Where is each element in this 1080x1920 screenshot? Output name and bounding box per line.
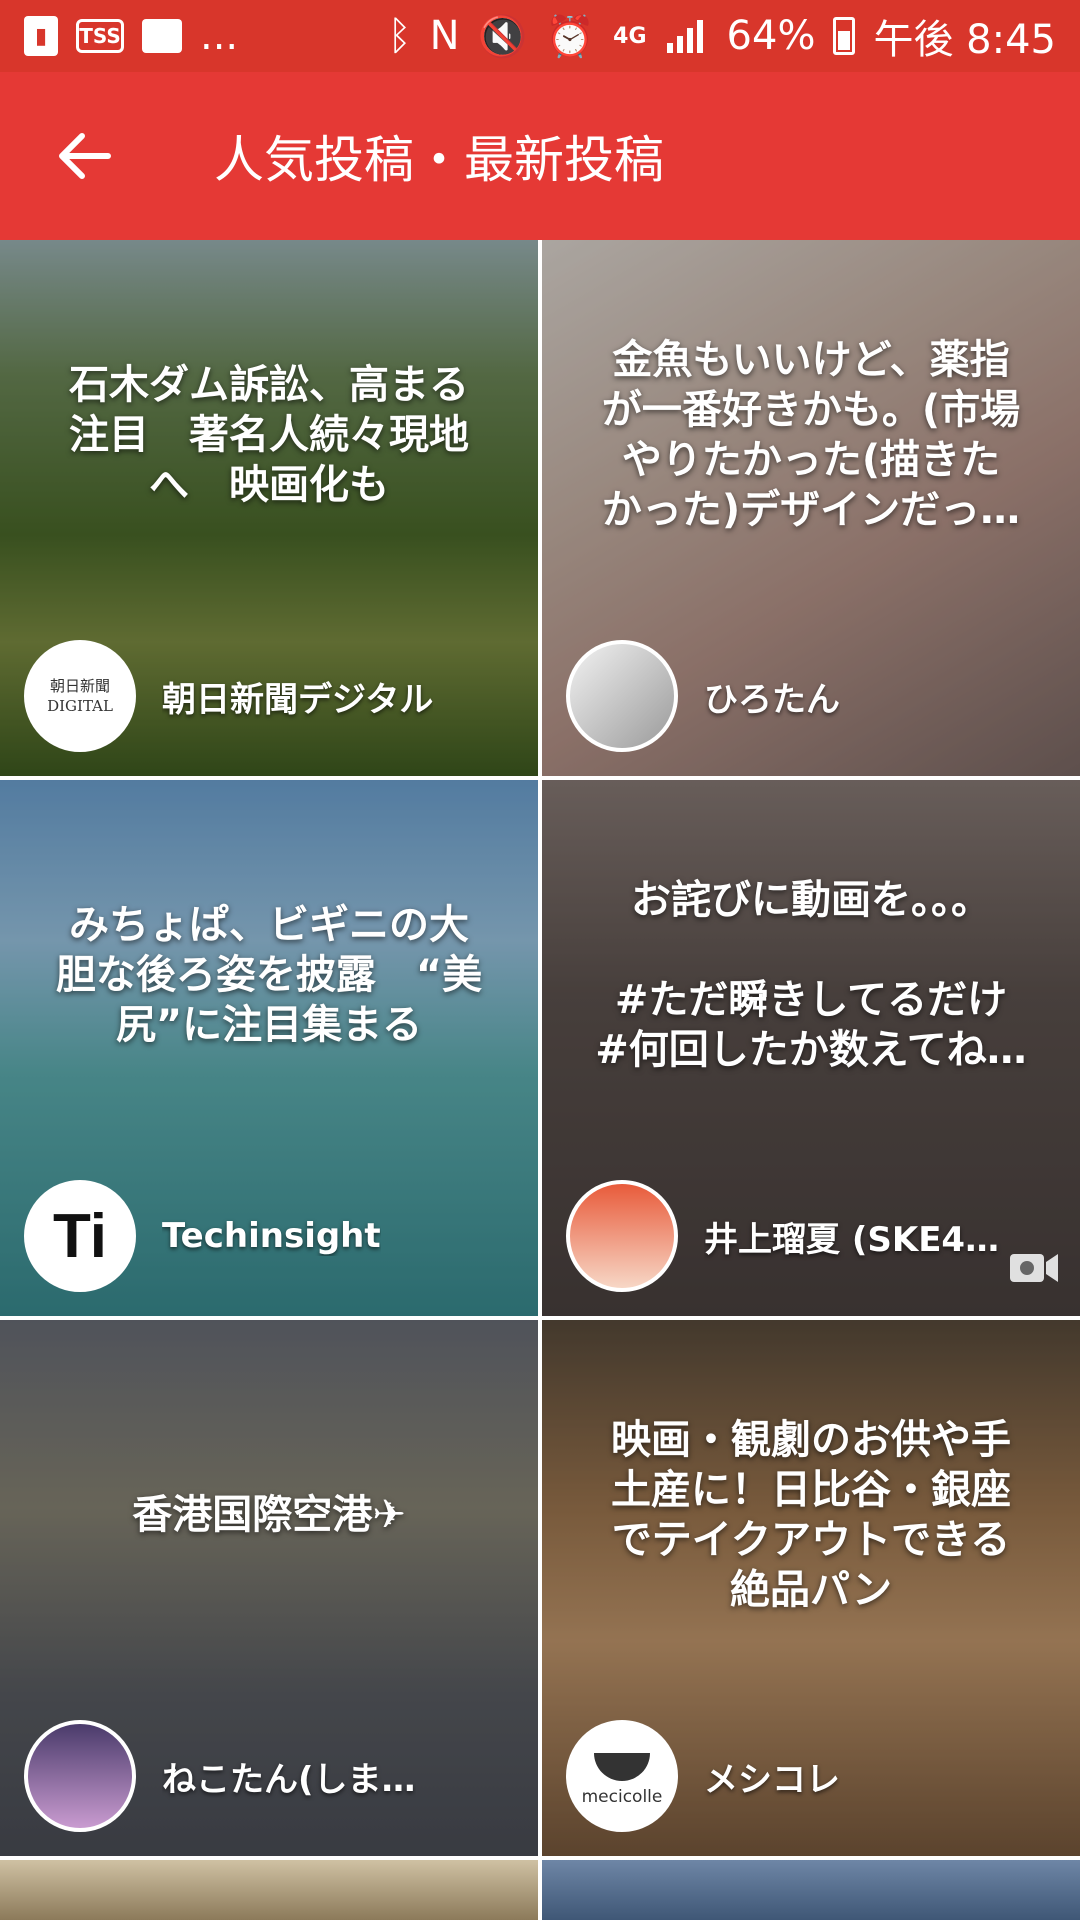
avatar: 朝日新聞 DIGITAL bbox=[24, 640, 136, 752]
nfc-icon: N bbox=[429, 13, 460, 59]
battery-percent: 64% bbox=[726, 13, 816, 59]
author-name: ねこたん(しま… bbox=[162, 1759, 416, 1800]
post-text: 金魚もいいけど、薬指 が一番好きかも。(市場 やりたかった(描きた かった)デザ… bbox=[601, 337, 1021, 533]
post-card[interactable]: 金魚もいいけど、薬指 が一番好きかも。(市場 やりたかった(描きた かった)デザ… bbox=[542, 240, 1080, 776]
post-text: みちょぱ、ビギニの大 胆な後ろ姿を披露 “美 尻”に注目集まる bbox=[55, 902, 483, 1048]
post-author[interactable]: 朝日新聞 DIGITAL 朝日新聞デジタル bbox=[24, 640, 433, 752]
post-card[interactable] bbox=[0, 1860, 538, 1920]
post-card[interactable]: 映画・観劇のお供や手 土産に！日比谷・銀座 でテイクアウトできる 絶品パン me… bbox=[542, 1320, 1080, 1856]
post-card[interactable]: 香港国際空港✈ ねこたん(しま… bbox=[0, 1320, 538, 1856]
tag-notification-icon: TSS bbox=[76, 19, 124, 53]
page-title: 人気投稿・最新投稿 bbox=[214, 131, 664, 189]
post-grid: 石木ダム訴訟、高まる 注目 著名人続々現地 へ 映画化も 朝日新聞 DIGITA… bbox=[0, 240, 1080, 1920]
post-card[interactable]: 石木ダム訴訟、高まる 注目 著名人続々現地 へ 映画化も 朝日新聞 DIGITA… bbox=[0, 240, 538, 776]
avatar-label: mecicolle bbox=[581, 1787, 663, 1807]
mute-icon: 🔇 bbox=[477, 13, 528, 60]
signal-icon bbox=[666, 20, 703, 53]
avatar: mecicolle bbox=[566, 1720, 678, 1832]
avatar: Ti bbox=[24, 1180, 136, 1292]
post-text: 石木ダム訴訟、高まる 注目 著名人続々現地 へ 映画化も bbox=[69, 362, 469, 508]
alarm-icon: ⏰ bbox=[545, 13, 596, 60]
video-icon bbox=[1010, 1254, 1058, 1282]
avatar-label: Ti bbox=[53, 1201, 107, 1271]
author-name: Techinsight bbox=[162, 1216, 381, 1256]
avatar-label: 朝日新聞 DIGITAL bbox=[47, 677, 113, 715]
network-type: 4G bbox=[613, 23, 647, 49]
author-name: メシコレ bbox=[704, 1759, 840, 1800]
contacts-notification-icon: ▮ bbox=[24, 16, 58, 56]
bag-notification-icon bbox=[142, 19, 182, 53]
post-author[interactable]: 井上瑠夏 (SKE48) bbox=[566, 1180, 1004, 1292]
back-button[interactable] bbox=[24, 96, 144, 216]
clock: 午後 8:45 bbox=[873, 17, 1056, 63]
bluetooth-icon: ᛒ bbox=[387, 13, 412, 59]
post-card[interactable] bbox=[542, 1860, 1080, 1920]
post-image bbox=[0, 1860, 538, 1920]
back-arrow-icon bbox=[59, 133, 111, 179]
post-card[interactable]: お詫びに動画を。。。 #ただ瞬きしてるだけ #何回したか数えてね… 井上瑠夏 (… bbox=[542, 780, 1080, 1316]
post-image bbox=[542, 1860, 1080, 1920]
post-author[interactable]: ひろたん bbox=[566, 640, 840, 752]
post-author[interactable]: ねこたん(しま… bbox=[24, 1720, 416, 1832]
status-bar: ▮ TSS ... ᛒ N 🔇 ⏰ 4G 64% 午後 8:45 bbox=[0, 0, 1080, 72]
post-card[interactable]: みちょぱ、ビギニの大 胆な後ろ姿を披露 “美 尻”に注目集まる Ti Techi… bbox=[0, 780, 538, 1316]
avatar bbox=[566, 1180, 678, 1292]
author-name: 井上瑠夏 (SKE48) bbox=[704, 1219, 1004, 1260]
more-notifications: ... bbox=[200, 13, 239, 59]
post-text: お詫びに動画を。。。 #ただ瞬きしてるだけ #何回したか数えてね… bbox=[595, 877, 1027, 1073]
bowl-icon bbox=[594, 1753, 650, 1781]
avatar bbox=[24, 1720, 136, 1832]
post-text: 映画・観劇のお供や手 土産に！日比谷・銀座 でテイクアウトできる 絶品パン bbox=[611, 1417, 1011, 1613]
avatar bbox=[566, 640, 678, 752]
battery-icon bbox=[833, 17, 856, 55]
post-text: 香港国際空港✈ bbox=[132, 1492, 406, 1538]
author-name: ひろたん bbox=[704, 679, 840, 720]
post-author[interactable]: mecicolle メシコレ bbox=[566, 1720, 840, 1832]
author-name: 朝日新聞デジタル bbox=[162, 679, 434, 720]
post-author[interactable]: Ti Techinsight bbox=[24, 1180, 381, 1292]
app-bar: 人気投稿・最新投稿 bbox=[0, 72, 1080, 240]
